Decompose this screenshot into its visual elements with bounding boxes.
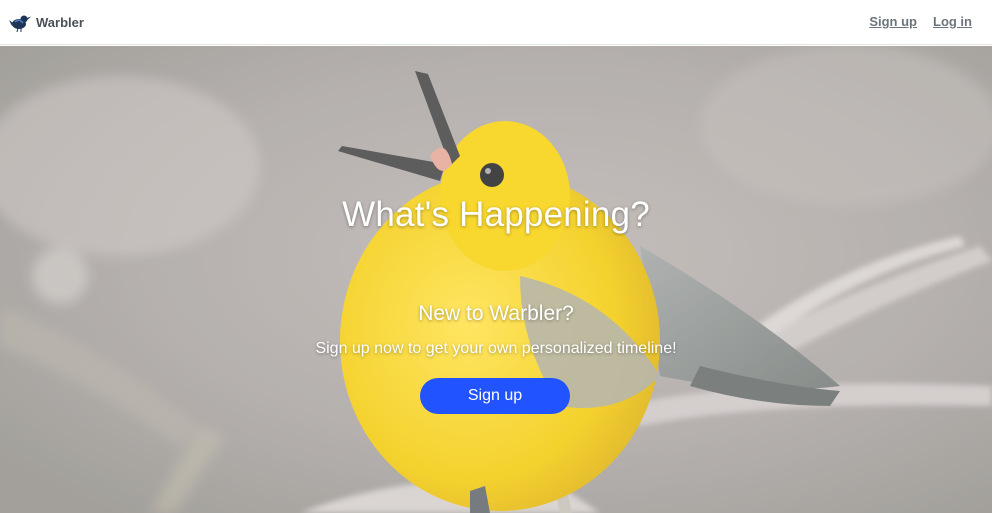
brand-link[interactable]: Warbler — [9, 11, 84, 33]
hero-section: What's Happening? New to Warbler? Sign u… — [0, 46, 992, 513]
hero-content: What's Happening? New to Warbler? Sign u… — [0, 46, 992, 513]
nav-links: Sign up Log in — [853, 14, 972, 30]
nav-signup-link[interactable]: Sign up — [869, 14, 917, 30]
hero-subtitle: New to Warbler? — [418, 302, 574, 325]
warbler-bird-logo-icon — [9, 15, 31, 33]
hero-lead-text: Sign up now to get your own personalized… — [315, 340, 677, 357]
navbar: Warbler Sign up Log in — [0, 0, 992, 45]
hero-signup-button[interactable]: Sign up — [420, 378, 570, 414]
brand-name: Warbler — [36, 14, 84, 30]
nav-login-link[interactable]: Log in — [933, 14, 972, 30]
hero-title: What's Happening? — [342, 195, 650, 234]
